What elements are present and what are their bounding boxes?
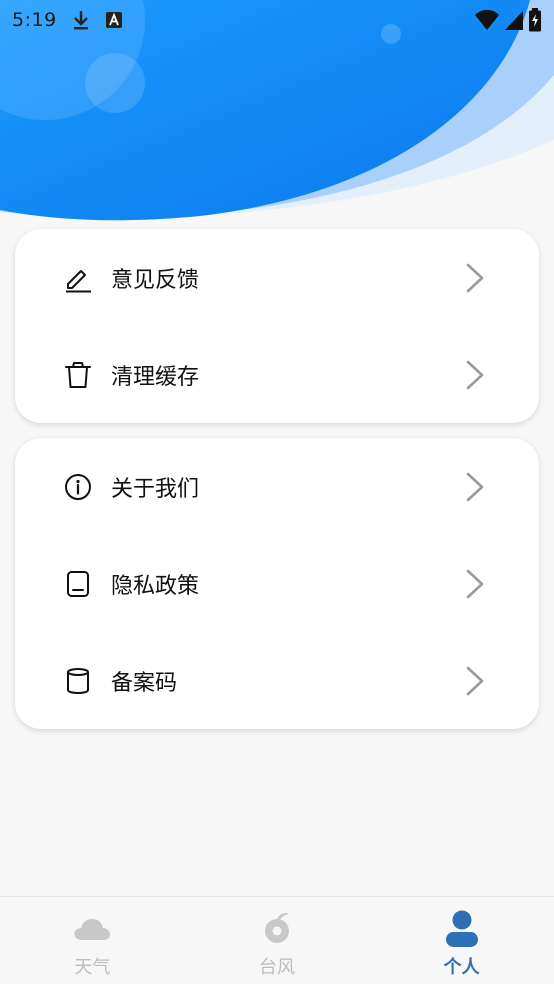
status-time: 5:19 (12, 9, 57, 31)
cell-signal-icon (504, 9, 524, 31)
chevron-right-icon (466, 569, 484, 598)
menu-item-clear-cache[interactable]: 清理缓存 (15, 326, 539, 423)
menu-item-feedback[interactable]: 意见反馈 (15, 229, 539, 326)
chevron-right-icon (466, 360, 484, 389)
menu-item-privacy-policy[interactable]: 隐私政策 (15, 535, 539, 632)
status-right (474, 8, 542, 32)
cylinder-icon (63, 666, 93, 696)
menu-card-general: 意见反馈 清理缓存 (15, 229, 539, 423)
menu-item-label: 关于我们 (111, 476, 200, 502)
menu-card-about: 关于我们 隐私政策 备案码 (15, 438, 539, 729)
info-icon (63, 472, 93, 502)
chevron-right-icon (466, 666, 484, 695)
typhoon-icon (257, 909, 297, 949)
bottom-nav: 天气 台风 个人 (0, 896, 554, 984)
battery-charging-icon (528, 8, 542, 32)
wifi-icon (474, 9, 500, 31)
menu-item-label: 隐私政策 (111, 573, 200, 599)
tab-label: 个人 (443, 957, 480, 978)
menu-item-label: 意见反馈 (111, 267, 200, 293)
download-icon (71, 9, 91, 31)
tab-weather[interactable]: 天气 (0, 897, 185, 984)
tab-label: 天气 (74, 957, 111, 978)
menu-item-label: 备案码 (111, 670, 178, 696)
menu-item-about-us[interactable]: 关于我们 (15, 438, 539, 535)
trash-icon (63, 360, 93, 390)
status-bar: 5:19 (0, 0, 554, 40)
cloud-icon (72, 909, 112, 949)
chevron-right-icon (466, 263, 484, 292)
menu-item-record-code[interactable]: 备案码 (15, 632, 539, 729)
chevron-right-icon (466, 472, 484, 501)
person-icon (442, 909, 482, 949)
menu-item-label: 清理缓存 (111, 364, 200, 390)
tab-label: 台风 (259, 957, 295, 978)
pencil-icon (63, 263, 93, 293)
status-left: 5:19 (12, 9, 123, 31)
tab-typhoon[interactable]: 台风 (185, 897, 370, 984)
document-icon (63, 569, 93, 599)
a-icon (105, 11, 123, 29)
screen: 5:19 意见反馈 清理缓存 关于我们 隐私政策 备案码 天气 台风 个人 (0, 0, 554, 984)
tab-personal[interactable]: 个人 (369, 897, 554, 984)
